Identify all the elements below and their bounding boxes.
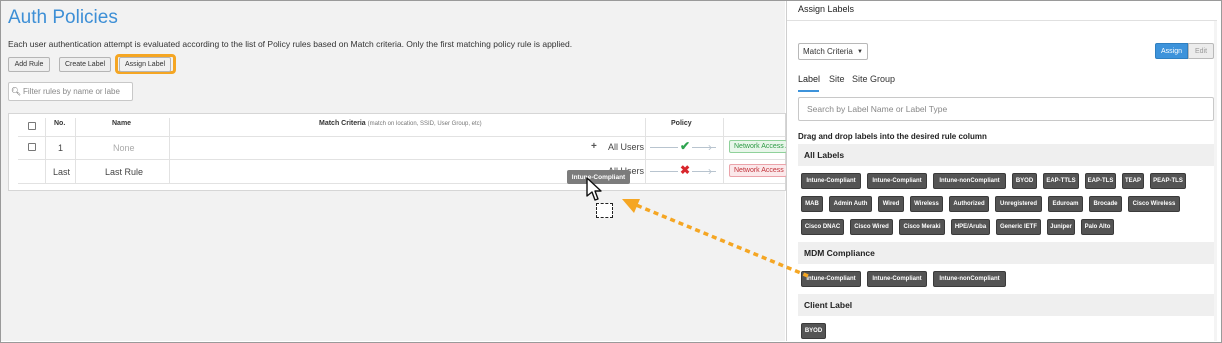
label-chip[interactable]: Cisco Wireless [1128, 196, 1180, 212]
label-chip[interactable]: Authorized [949, 196, 989, 212]
header-no: No. [54, 120, 66, 127]
header-policy: Policy [671, 120, 692, 127]
policy-result-deny[interactable]: Network Access De [729, 164, 787, 177]
panel-title: Assign Labels [798, 4, 855, 14]
page-description: Each user authentication attempt is eval… [8, 39, 573, 49]
tab-site-group[interactable]: Site Group [852, 74, 895, 84]
edit-mode-button[interactable]: Edit [1188, 43, 1214, 59]
divider [723, 118, 724, 183]
add-rule-button[interactable]: Add Rule [8, 57, 50, 72]
label-chip[interactable]: Juniper [1047, 219, 1075, 235]
label-chip[interactable]: Wired [878, 196, 904, 212]
label-chip[interactable]: Cisco Meraki [899, 219, 945, 235]
divider [45, 118, 46, 183]
panel-scrollbar[interactable] [1214, 21, 1217, 341]
divider [18, 183, 785, 184]
label-chip[interactable]: PEAP-TLS [1150, 173, 1186, 189]
label-chip[interactable]: Wireless [910, 196, 943, 212]
label-chip[interactable]: Unregistered [995, 196, 1042, 212]
auth-policies-main: Auth Policies Each user authentication a… [1, 1, 787, 341]
label-chip[interactable]: Palo Alto [1081, 219, 1114, 235]
page-title: Auth Policies [8, 7, 118, 28]
tab-site[interactable]: Site [829, 74, 845, 84]
policy-table: No. Name Match Criteria (match on locati… [8, 113, 787, 191]
select-value: Match Criteria [803, 47, 853, 56]
row-number: 1 [58, 143, 64, 153]
label-chip[interactable]: Admin Auth [829, 196, 872, 212]
row-name: None [113, 143, 135, 153]
cursor-icon [586, 177, 602, 201]
label-search-input[interactable]: Search by Label Name or Label Type [798, 97, 1214, 121]
divider [18, 159, 785, 160]
row-match: All Users [608, 142, 645, 152]
filter-placeholder: Filter rules by name or labe [23, 87, 120, 96]
label-chip[interactable]: Intune-Compliant [801, 173, 861, 189]
row-checkbox[interactable] [28, 143, 36, 151]
label-chip[interactable]: HPE/Aruba [951, 219, 990, 235]
label-chip[interactable]: Intune-Compliant [867, 173, 927, 189]
header-name: Name [112, 120, 132, 127]
divider [18, 136, 785, 137]
row-number: Last [53, 167, 71, 177]
check-icon: ✔ [678, 139, 693, 153]
label-chip[interactable]: TEAP [1122, 173, 1144, 189]
label-chip[interactable]: Intune-nonCompliant [933, 271, 1006, 287]
filter-rules-input[interactable]: 🔍︎ Filter rules by name or labe [8, 82, 133, 101]
group-header-client-label: Client Label [798, 294, 1214, 316]
assign-label-button[interactable]: Assign Label [119, 57, 171, 72]
label-chip[interactable]: MAB [801, 196, 823, 212]
label-chip[interactable]: Intune-Compliant [867, 271, 927, 287]
tab-label[interactable]: Label [798, 74, 820, 84]
header-match-label: Match Criteria [319, 120, 366, 127]
label-chip[interactable]: Cisco Wired [850, 219, 893, 235]
header-match-criteria: Match Criteria (match on location, SSID,… [319, 120, 482, 127]
label-chip[interactable]: BYOD [1012, 173, 1037, 189]
label-chip[interactable]: EAP-TTLS [1043, 173, 1079, 189]
divider [645, 118, 646, 183]
label-chip[interactable]: Generic IETF [996, 219, 1041, 235]
plus-icon[interactable]: + [591, 141, 597, 152]
active-tab-indicator [798, 90, 819, 92]
match-criteria-select[interactable]: Match Criteria ▼ [798, 43, 868, 60]
label-chip[interactable]: Cisco DNAC [801, 219, 844, 235]
header-match-sub: (match on location, SSID, User Group, et… [367, 121, 482, 127]
search-icon: 🔍︎ [10, 87, 22, 96]
caret-down-icon: ▼ [857, 48, 863, 55]
label-chip[interactable]: Intune-nonCompliant [933, 173, 1006, 189]
group-header-mdm-compliance: MDM Compliance [798, 242, 1214, 264]
assign-mode-button[interactable]: Assign [1155, 43, 1188, 59]
create-label-button[interactable]: Create Label [59, 57, 111, 72]
assign-labels-panel: Assign Labels Match Criteria ▼ Assign Ed… [786, 1, 1217, 341]
policy-result-allow[interactable]: Network Access Al [729, 140, 787, 153]
drag-instructions: Drag and drop labels into the desired ru… [798, 132, 987, 141]
label-chip[interactable]: Intune-Compliant [801, 271, 861, 287]
select-all-checkbox[interactable] [28, 122, 36, 130]
divider [787, 20, 1217, 21]
label-chip[interactable]: Eduroam [1048, 196, 1083, 212]
cross-icon: ✖ [678, 163, 693, 177]
flow-arrow-icon: › [708, 140, 712, 154]
row-name: Last Rule [105, 167, 144, 177]
flow-arrow-icon: › [708, 164, 712, 178]
label-chip[interactable]: Brocade [1089, 196, 1122, 212]
divider [75, 118, 76, 183]
label-chip[interactable]: EAP-TLS [1085, 173, 1116, 189]
divider [169, 118, 170, 183]
label-chip[interactable]: BYOD [801, 323, 826, 339]
group-header-all-labels: All Labels [798, 144, 1214, 166]
drop-target-icon [596, 203, 613, 218]
